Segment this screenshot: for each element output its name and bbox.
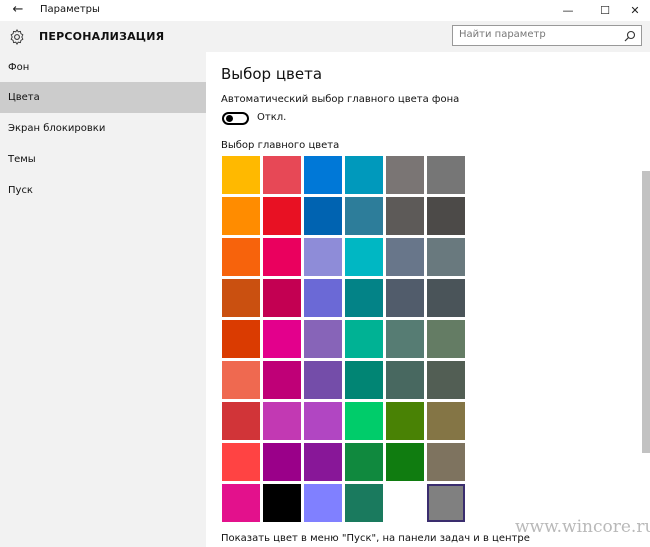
search-input[interactable]: Найти параметр — [452, 25, 642, 46]
sidebar-item-lock-screen[interactable]: Экран блокировки — [0, 113, 206, 144]
color-swatch[interactable] — [345, 320, 383, 358]
toggle-knob — [226, 115, 233, 122]
color-swatch[interactable] — [222, 443, 260, 481]
color-swatch[interactable] — [263, 443, 301, 481]
color-swatch[interactable] — [345, 197, 383, 235]
color-swatch[interactable] — [263, 238, 301, 276]
page-title: Выбор цвета — [221, 65, 323, 83]
watermark: www.wincore.ru — [515, 517, 650, 537]
window-title: Параметры — [40, 4, 100, 15]
close-button[interactable]: ✕ — [617, 0, 650, 21]
gear-icon — [10, 29, 24, 45]
title-bar: ← Параметры — ☐ ✕ — [0, 0, 650, 21]
color-swatch[interactable] — [263, 484, 301, 522]
sidebar-item-colors[interactable]: Цвета — [0, 82, 206, 113]
color-swatch[interactable] — [304, 320, 342, 358]
auto-color-toggle[interactable] — [222, 112, 249, 125]
search-icon[interactable] — [624, 30, 636, 42]
color-swatch[interactable] — [386, 320, 424, 358]
color-swatch[interactable] — [427, 279, 465, 317]
color-swatch[interactable] — [222, 484, 260, 522]
color-swatch[interactable] — [345, 361, 383, 399]
auto-color-label: Автоматический выбор главного цвета фона — [221, 94, 460, 105]
color-swatch[interactable] — [427, 156, 465, 194]
sidebar-item-background[interactable]: Фон — [0, 52, 206, 83]
color-swatch[interactable] — [386, 197, 424, 235]
color-swatch[interactable] — [263, 320, 301, 358]
color-swatch[interactable] — [427, 197, 465, 235]
search-placeholder: Найти параметр — [459, 29, 546, 40]
settings-header: ПЕРСОНАЛИЗАЦИЯ Найти параметр — [0, 21, 650, 52]
color-swatch[interactable] — [222, 156, 260, 194]
color-swatch[interactable] — [304, 361, 342, 399]
color-swatch[interactable] — [222, 197, 260, 235]
color-swatch[interactable] — [222, 402, 260, 440]
palette-label: Выбор главного цвета — [221, 140, 340, 151]
color-swatch[interactable] — [263, 156, 301, 194]
color-swatch[interactable] — [386, 156, 424, 194]
color-swatch[interactable] — [263, 197, 301, 235]
color-swatch[interactable] — [304, 484, 342, 522]
color-swatch[interactable] — [222, 238, 260, 276]
sidebar-item-themes[interactable]: Темы — [0, 144, 206, 175]
color-swatch[interactable] — [304, 402, 342, 440]
color-swatch[interactable] — [304, 279, 342, 317]
color-swatch[interactable] — [263, 402, 301, 440]
color-swatch[interactable] — [304, 156, 342, 194]
color-swatch[interactable] — [222, 361, 260, 399]
color-swatch[interactable] — [427, 361, 465, 399]
color-swatch[interactable] — [345, 443, 383, 481]
color-swatch[interactable] — [427, 238, 465, 276]
color-swatch[interactable] — [386, 402, 424, 440]
color-swatch[interactable] — [386, 443, 424, 481]
color-swatch[interactable] — [427, 402, 465, 440]
back-arrow-icon[interactable]: ← — [10, 2, 26, 18]
color-swatch[interactable] — [345, 238, 383, 276]
toggle-state-text: Откл. — [257, 112, 287, 123]
color-swatch[interactable] — [263, 361, 301, 399]
minimize-button[interactable]: — — [550, 0, 586, 21]
color-swatch[interactable] — [345, 484, 383, 522]
color-swatch[interactable] — [345, 279, 383, 317]
color-swatch[interactable] — [345, 156, 383, 194]
color-swatch[interactable] — [222, 320, 260, 358]
color-palette — [222, 156, 468, 526]
scrollbar-thumb[interactable] — [642, 171, 650, 453]
color-swatch[interactable] — [427, 320, 465, 358]
color-swatch[interactable] — [304, 197, 342, 235]
color-swatch[interactable] — [386, 361, 424, 399]
section-title: ПЕРСОНАЛИЗАЦИЯ — [39, 30, 165, 43]
content-pane: Выбор цвета Автоматический выбор главног… — [206, 52, 650, 547]
show-color-label: Показать цвет в меню "Пуск", на панели з… — [221, 533, 530, 544]
color-swatch[interactable] — [263, 279, 301, 317]
sidebar: Фон Цвета Экран блокировки Темы Пуск — [0, 52, 206, 547]
color-swatch[interactable] — [427, 484, 465, 522]
color-swatch[interactable] — [386, 279, 424, 317]
color-swatch[interactable] — [427, 443, 465, 481]
sidebar-item-start[interactable]: Пуск — [0, 175, 206, 206]
color-swatch[interactable] — [345, 402, 383, 440]
color-swatch[interactable] — [386, 484, 424, 522]
color-swatch[interactable] — [222, 279, 260, 317]
color-swatch[interactable] — [304, 238, 342, 276]
color-swatch[interactable] — [386, 238, 424, 276]
color-swatch[interactable] — [304, 443, 342, 481]
